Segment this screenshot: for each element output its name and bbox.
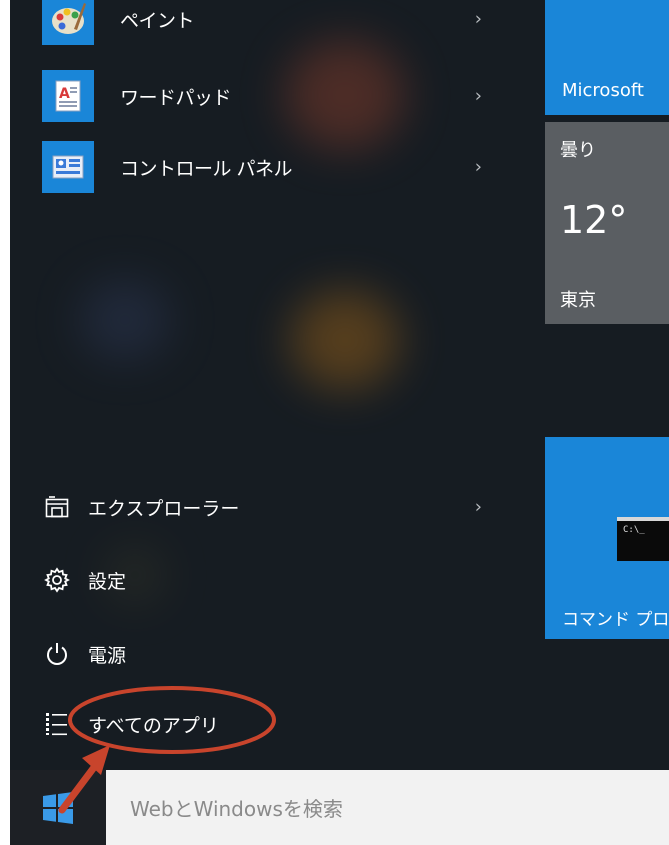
command-prompt-text: C:\_ <box>623 525 645 535</box>
menu-item-explorer[interactable]: エクスプローラー › <box>42 487 482 527</box>
tile-command-prompt[interactable]: C:\_ コマンド プロ <box>545 437 669 639</box>
taskbar: WebとWindowsを検索 <box>10 770 669 845</box>
menu-item-power[interactable]: 電源 <box>42 634 482 674</box>
app-item-paint[interactable]: ペイント › <box>42 0 482 46</box>
svg-text:A: A <box>59 86 70 102</box>
search-input[interactable]: WebとWindowsを検索 <box>106 770 669 845</box>
power-icon <box>42 639 72 669</box>
menu-item-label: すべてのアプリ <box>88 714 219 737</box>
menu-item-label: 設定 <box>88 570 127 593</box>
blurred-tile-background <box>80 280 170 360</box>
weather-condition: 曇り <box>560 140 596 161</box>
app-item-label: コントロール パネル <box>120 157 293 180</box>
tile-label: コマンド プロ <box>562 610 669 630</box>
search-placeholder: WebとWindowsを検索 <box>130 797 343 821</box>
menu-item-settings[interactable]: 設定 <box>42 560 482 600</box>
windows-logo-icon <box>43 791 73 824</box>
start-button[interactable] <box>10 770 106 845</box>
weather-city: 東京 <box>560 290 596 311</box>
app-item-label: ペイント <box>120 9 195 32</box>
app-item-label: ワードパッド <box>120 86 232 109</box>
gear-icon <box>42 565 72 595</box>
command-prompt-icon: C:\_ <box>617 517 669 561</box>
screenshot: ペイント › A ワードパッド › コントロール パネル › エクスプローラー … <box>0 0 669 845</box>
chevron-right-icon[interactable]: › <box>475 9 482 30</box>
menu-item-label: 電源 <box>88 644 127 667</box>
chevron-right-icon[interactable]: › <box>475 86 482 107</box>
control-panel-icon <box>42 141 94 193</box>
chevron-right-icon[interactable]: › <box>475 157 482 178</box>
wordpad-icon: A <box>42 70 94 122</box>
weather-temperature: 12° <box>560 198 628 242</box>
app-item-wordpad[interactable]: A ワードパッド › <box>42 69 482 123</box>
file-explorer-icon <box>42 492 72 522</box>
menu-item-label: エクスプローラー <box>88 497 240 520</box>
start-menu: ペイント › A ワードパッド › コントロール パネル › エクスプローラー … <box>10 0 669 770</box>
app-item-control-panel[interactable]: コントロール パネル › <box>42 140 482 194</box>
tile-label: Microsoft <box>562 80 644 101</box>
chevron-right-icon[interactable]: › <box>475 497 482 518</box>
tile-microsoft[interactable]: Microsoft <box>545 0 669 115</box>
blurred-tile-background <box>290 290 400 390</box>
list-icon <box>42 709 72 739</box>
paint-palette-icon <box>42 0 94 45</box>
tile-weather[interactable]: 曇り 12° 東京 <box>545 122 669 324</box>
menu-item-all-apps[interactable]: すべてのアプリ <box>42 704 482 744</box>
